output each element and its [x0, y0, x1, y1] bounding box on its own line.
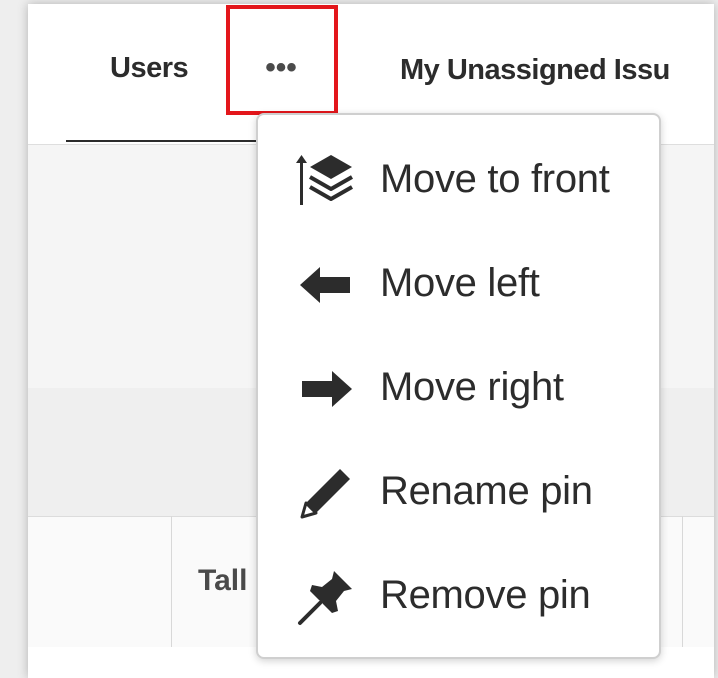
- tab-my-unassigned-issues[interactable]: My Unassigned Issu: [400, 54, 670, 87]
- app-frame: Users ••• My Unassigned Issu Tall Move t…: [0, 0, 718, 678]
- tab-options-menu: Move to front Move left Move right Renam…: [256, 113, 661, 659]
- pencil-icon: [296, 463, 356, 523]
- menu-item-rename-pin[interactable]: Rename pin: [258, 427, 659, 531]
- menu-item-label: Rename pin: [380, 469, 593, 513]
- menu-item-remove-pin[interactable]: Remove pin: [258, 531, 659, 635]
- menu-item-label: Move to front: [380, 157, 610, 201]
- tab-more-options-button[interactable]: •••: [256, 50, 306, 90]
- menu-item-label: Remove pin: [380, 573, 591, 617]
- arrow-right-icon: [296, 359, 356, 419]
- menu-item-move-to-front[interactable]: Move to front: [258, 115, 659, 219]
- menu-item-label: Move left: [380, 261, 540, 305]
- arrow-left-icon: [296, 255, 356, 315]
- pin-icon: [296, 567, 356, 627]
- menu-item-move-right[interactable]: Move right: [258, 323, 659, 427]
- tab-users-label: Users: [110, 52, 189, 84]
- menu-item-move-left[interactable]: Move left: [258, 219, 659, 323]
- layers-front-icon: [296, 151, 356, 211]
- column-header-label: Tall: [198, 564, 248, 597]
- menu-item-label: Move right: [380, 365, 564, 409]
